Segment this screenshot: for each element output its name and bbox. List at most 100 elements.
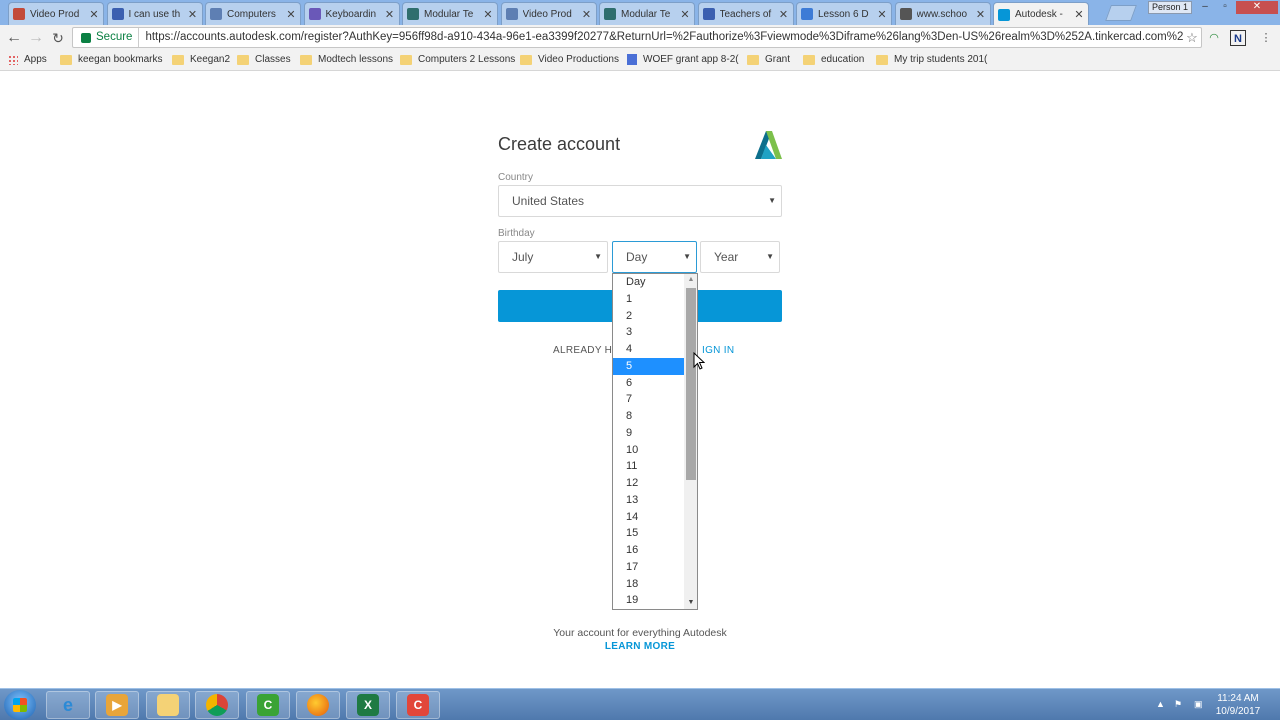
browser-tab[interactable]: Autodesk - ✕ [993, 2, 1089, 26]
lock-icon [81, 32, 91, 43]
day-option[interactable]: 9 [613, 425, 684, 442]
day-option[interactable]: 12 [613, 475, 684, 492]
day-dropdown-list[interactable]: Day 1 2 3 4 5 6 7 8 9 10 11 12 13 14 15 16 17 18 19 ▲ ▼ [612, 273, 698, 610]
profile-button[interactable]: Person 1 [1148, 1, 1192, 14]
browser-tab[interactable]: Video Prod ✕ [500, 2, 597, 25]
day-option[interactable]: 14 [613, 509, 684, 526]
day-select[interactable]: Day ▼ [612, 241, 697, 273]
day-option[interactable]: 13 [613, 492, 684, 509]
country-select[interactable]: United States ▼ [498, 185, 782, 217]
taskbar-firefox[interactable] [296, 691, 340, 719]
month-select[interactable]: July ▼ [498, 241, 608, 273]
back-icon[interactable]: ← [5, 29, 23, 47]
internet-explorer-icon: e [62, 695, 73, 715]
action-center-flag-icon[interactable]: ⚑ [1174, 699, 1182, 710]
browser-tab[interactable]: Video Prod ✕ [8, 2, 104, 25]
system-clock[interactable]: 11:24 AM 10/9/2017 [1210, 692, 1266, 718]
bookmark-keegan-bookmarks[interactable]: keegan bookmarks [60, 54, 163, 65]
close-window-icon[interactable]: ✕ [1236, 1, 1278, 14]
taskbar-file-explorer[interactable] [146, 691, 190, 719]
year-select[interactable]: Year ▼ [700, 241, 780, 273]
taskbar-media-player[interactable]: ▶ [95, 691, 139, 719]
tab-close-icon[interactable]: ✕ [89, 8, 99, 21]
taskbar-excel[interactable]: X [346, 691, 390, 719]
minimize-icon[interactable]: – [1196, 1, 1214, 14]
browser-tab[interactable]: Teachers of ✕ [697, 2, 794, 25]
address-bar[interactable]: Secure https://accounts.autodesk.com/reg… [72, 27, 1202, 48]
bookmark-apps[interactable]: Apps [8, 54, 47, 65]
taskbar-camtasia-recorder[interactable]: C [396, 691, 440, 719]
tab-close-icon[interactable]: ✕ [483, 8, 493, 21]
tab-close-icon[interactable]: ✕ [976, 8, 986, 21]
url-text[interactable]: https://accounts.autodesk.com/register?A… [145, 28, 1183, 47]
browser-tab[interactable]: Modular Te ✕ [402, 2, 498, 25]
bookmark-woef-grant[interactable]: WOEF grant app 8-2( [627, 54, 739, 65]
network-icon[interactable]: ▣ [1194, 699, 1203, 710]
day-option[interactable]: 7 [613, 391, 684, 408]
scrollbar-thumb[interactable] [686, 288, 696, 480]
tab-close-icon[interactable]: ✕ [582, 8, 592, 21]
scroll-down-icon[interactable]: ▼ [684, 597, 697, 609]
taskbar-internet-explorer[interactable]: e [46, 691, 90, 719]
learn-more-link[interactable]: LEARN MORE [0, 641, 1280, 652]
new-tab-button[interactable] [1105, 5, 1137, 21]
day-option[interactable]: 16 [613, 542, 684, 559]
extension-icon[interactable]: ◠ [1206, 30, 1222, 46]
start-button[interactable] [4, 690, 36, 720]
tab-close-icon[interactable]: ✕ [188, 8, 198, 21]
bookmark-modtech-lessons[interactable]: Modtech lessons [300, 54, 393, 65]
tab-title: www.schoo [916, 8, 968, 20]
sign-in-link[interactable]: IGN IN [702, 345, 734, 356]
day-option[interactable]: 5 [613, 357, 684, 375]
day-option[interactable]: Day [613, 274, 684, 291]
taskbar-chrome[interactable] [195, 691, 239, 719]
day-option[interactable]: 18 [613, 576, 684, 593]
browser-tab[interactable]: www.schoo ✕ [894, 2, 991, 25]
tab-close-icon[interactable]: ✕ [385, 8, 395, 21]
day-option[interactable]: 8 [613, 408, 684, 425]
day-option[interactable]: 3 [613, 324, 684, 341]
browser-tab[interactable]: Keyboardin ✕ [303, 2, 400, 25]
day-option[interactable]: 1 [613, 291, 684, 308]
maximize-icon[interactable]: ▫ [1216, 1, 1234, 14]
extension-n-icon[interactable]: N [1230, 30, 1246, 46]
taskbar-camtasia[interactable]: C [246, 691, 290, 719]
show-hidden-icons[interactable]: ▲ [1156, 699, 1165, 709]
day-option[interactable]: 15 [613, 525, 684, 542]
country-label: Country [498, 172, 534, 183]
tab-close-icon[interactable]: ✕ [1074, 8, 1084, 21]
bookmark-star-icon[interactable]: ☆ [1183, 28, 1201, 47]
tab-close-icon[interactable]: ✕ [680, 8, 690, 21]
forward-icon[interactable]: → [27, 29, 45, 47]
bookmark-my-trip-students[interactable]: My trip students 201( [876, 54, 987, 65]
bookmark-video-productions[interactable]: Video Productions [520, 54, 619, 65]
day-option[interactable]: 17 [613, 559, 684, 576]
day-option[interactable]: 19 [613, 592, 684, 609]
dropdown-scrollbar[interactable]: ▲ ▼ [684, 274, 697, 609]
day-option[interactable]: 11 [613, 458, 684, 475]
day-option[interactable]: 2 [613, 308, 684, 325]
browser-tab[interactable]: Computers ✕ [205, 2, 301, 25]
reload-icon[interactable]: ↻ [49, 29, 67, 47]
tab-close-icon[interactable]: ✕ [286, 8, 296, 21]
browser-tab[interactable]: Lesson 6 D ✕ [796, 2, 892, 25]
firefox-icon [307, 694, 329, 716]
bookmark-keegan2[interactable]: Keegan2 [172, 54, 230, 65]
scroll-up-icon[interactable]: ▲ [684, 274, 697, 286]
bookmark-education[interactable]: education [803, 54, 864, 65]
bookmark-classes[interactable]: Classes [237, 54, 291, 65]
browser-tab[interactable]: I can use th ✕ [106, 2, 203, 25]
clock-time: 11:24 AM [1217, 693, 1259, 704]
tab-favicon-icon [111, 8, 124, 20]
tab-favicon-icon [505, 8, 518, 20]
bookmark-grant[interactable]: Grant [747, 54, 790, 65]
menu-icon[interactable]: ⋮ [1258, 30, 1274, 46]
tab-close-icon[interactable]: ✕ [779, 8, 789, 21]
bookmark-computers-2-lessons[interactable]: Computers 2 Lessons [400, 54, 515, 65]
tab-close-icon[interactable]: ✕ [877, 8, 887, 21]
browser-tab[interactable]: Modular Te ✕ [599, 2, 695, 25]
autodesk-logo [755, 131, 782, 159]
day-option[interactable]: 10 [613, 442, 684, 459]
day-option[interactable]: 4 [613, 341, 684, 358]
day-option[interactable]: 6 [613, 375, 684, 392]
